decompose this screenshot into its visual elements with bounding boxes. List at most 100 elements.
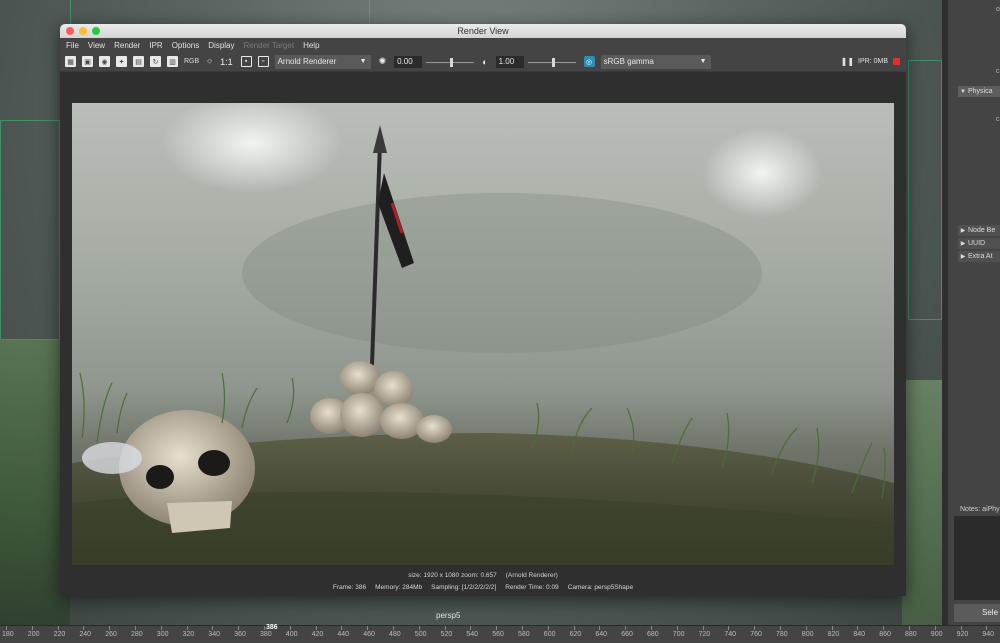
menu-render[interactable]: Render bbox=[114, 41, 140, 50]
color-space-dropdown[interactable]: sRGB gamma ▼ bbox=[600, 54, 711, 69]
timeline-tick-label: 860 bbox=[879, 631, 891, 638]
gamma-field[interactable]: 1.00 bbox=[495, 55, 524, 68]
pause-icon[interactable]: ❚❚ bbox=[841, 57, 854, 66]
section-node-behavior[interactable]: ▶ Node Be bbox=[958, 225, 1000, 236]
rgb-channel-button[interactable]: RGB bbox=[184, 58, 199, 65]
section-label: Physica bbox=[968, 88, 993, 95]
attr-field-label: c bbox=[996, 116, 1000, 123]
window-titlebar[interactable]: Render View bbox=[60, 24, 906, 38]
render-frame-icon[interactable]: ▦ bbox=[65, 56, 76, 67]
timeline-tick bbox=[238, 626, 240, 630]
timeline-tick bbox=[934, 626, 936, 630]
timeline-tick bbox=[599, 626, 601, 630]
timeline-tick bbox=[780, 626, 781, 630]
alpha-channel-icon[interactable]: ⬦ bbox=[207, 58, 212, 66]
time-slider[interactable]: 180 200 220 240 260 280 300 320 340 360 380 400 420 4… bbox=[0, 624, 1000, 643]
section-label: Node Be bbox=[968, 227, 996, 234]
remove-image-icon[interactable]: ▫ bbox=[257, 56, 269, 67]
render-size-info: size: 1920 x 1080 zoom: 0.657 (Arnold Re… bbox=[408, 572, 558, 579]
render-scene-graphic bbox=[72, 103, 894, 565]
exposure-field[interactable]: 0.00 bbox=[394, 55, 423, 68]
viewport-grass-right bbox=[902, 380, 942, 625]
chevron-right-icon: ▶ bbox=[960, 241, 966, 247]
timeline-tick-label: 360 bbox=[234, 631, 246, 638]
exposure-slider[interactable] bbox=[426, 56, 475, 68]
render-canvas[interactable]: size: 1920 x 1080 zoom: 0.657 (Arnold Re… bbox=[60, 72, 906, 596]
select-button[interactable]: Sele bbox=[954, 604, 1000, 622]
menu-file[interactable]: File bbox=[66, 41, 79, 50]
timeline-tick bbox=[315, 626, 317, 630]
timeline-tick-label: 800 bbox=[801, 631, 814, 638]
attr-field-label: c bbox=[996, 68, 1000, 75]
timeline-tick bbox=[702, 626, 704, 630]
timeline-tick-label: 840 bbox=[853, 631, 866, 638]
section-extra-attributes[interactable]: ▶ Extra At bbox=[958, 251, 1000, 262]
render-region-icon[interactable]: ▣ bbox=[82, 56, 93, 67]
section-uuid[interactable]: ▶ UUID bbox=[958, 238, 1000, 249]
timeline-tick bbox=[6, 626, 7, 630]
ipr-refresh-icon[interactable]: ↻ bbox=[150, 56, 161, 67]
camera-label: persp5 bbox=[436, 611, 461, 620]
minimize-window-button[interactable] bbox=[79, 27, 87, 35]
render-view-window: Render View File View Render IPR Options… bbox=[60, 24, 906, 596]
timeline-tick bbox=[857, 626, 859, 630]
section-label: UUID bbox=[968, 240, 986, 247]
timeline-tick bbox=[883, 626, 885, 630]
gamma-slider[interactable] bbox=[527, 56, 576, 68]
stop-ipr-icon[interactable] bbox=[893, 58, 900, 65]
timeline-tick-label: 220 bbox=[53, 631, 66, 638]
timeline-tick bbox=[186, 626, 188, 630]
timeline-tick bbox=[986, 626, 988, 630]
snapshot-camera-icon[interactable]: ◉ bbox=[99, 56, 110, 67]
menu-ipr[interactable]: IPR bbox=[149, 41, 162, 50]
skull-pile bbox=[310, 361, 452, 443]
timeline-tick-label: 620 bbox=[569, 631, 582, 638]
menu-render-target: Render Target bbox=[243, 40, 295, 50]
slider-handle[interactable] bbox=[551, 57, 555, 67]
timeline-tick bbox=[909, 626, 910, 630]
cloud-highlight bbox=[162, 103, 342, 193]
timeline-tick bbox=[676, 626, 678, 630]
notes-field[interactable] bbox=[954, 516, 1000, 600]
timeline-tick-label: 460 bbox=[363, 631, 375, 638]
real-size-button[interactable]: 1:1 bbox=[220, 57, 233, 67]
render-sequence-icon[interactable]: ✦ bbox=[116, 56, 127, 67]
timeline-tick-label: 420 bbox=[311, 631, 324, 638]
timeline-tick bbox=[367, 626, 369, 630]
timeline-tick-label: 660 bbox=[621, 631, 633, 638]
chevron-right-icon: ▶ bbox=[960, 254, 966, 260]
menu-view[interactable]: View bbox=[88, 41, 105, 50]
timeline-tick bbox=[625, 626, 627, 630]
timeline-tick-label: 640 bbox=[595, 631, 608, 638]
timeline-tick bbox=[83, 626, 85, 630]
ipr-render-icon[interactable]: ▤ bbox=[133, 56, 144, 67]
timeline-tick bbox=[728, 626, 730, 630]
color-management-icon[interactable]: ◎ bbox=[583, 56, 595, 67]
maximize-window-button[interactable] bbox=[92, 27, 100, 35]
menu-bar: File View Render IPR Options Display Ren… bbox=[60, 38, 906, 52]
keep-image-icon[interactable]: ▪ bbox=[240, 56, 252, 67]
timeline-tick-label: 600 bbox=[543, 631, 556, 638]
timeline-tick-label: 480 bbox=[389, 631, 401, 638]
timeline-tick bbox=[31, 626, 33, 630]
timeline-tick-label: 560 bbox=[492, 631, 504, 638]
menu-options[interactable]: Options bbox=[172, 41, 200, 50]
section-physical[interactable]: ▼ Physica bbox=[958, 86, 1000, 97]
timeline-tick bbox=[547, 626, 549, 630]
timeline-tick bbox=[57, 626, 59, 630]
timeline-tick-label: 300 bbox=[156, 631, 169, 638]
timeline-tick bbox=[831, 626, 833, 630]
menu-help[interactable]: Help bbox=[303, 41, 319, 50]
timeline-tick bbox=[289, 626, 291, 630]
menu-display[interactable]: Display bbox=[208, 41, 234, 50]
timeline-tick bbox=[805, 626, 807, 630]
renderer-dropdown[interactable]: Arnold Renderer ▼ bbox=[274, 54, 371, 69]
timeline-tick-label: 820 bbox=[827, 631, 840, 638]
exposure-icon: ✺ bbox=[378, 56, 387, 66]
ipr-settings-icon[interactable]: ▥ bbox=[167, 56, 178, 67]
current-frame-label: 386 bbox=[266, 624, 278, 631]
slider-handle[interactable] bbox=[450, 57, 454, 67]
close-window-button[interactable] bbox=[66, 27, 74, 35]
timeline-tick bbox=[109, 626, 111, 630]
timeline-tick-label: 400 bbox=[285, 631, 298, 638]
